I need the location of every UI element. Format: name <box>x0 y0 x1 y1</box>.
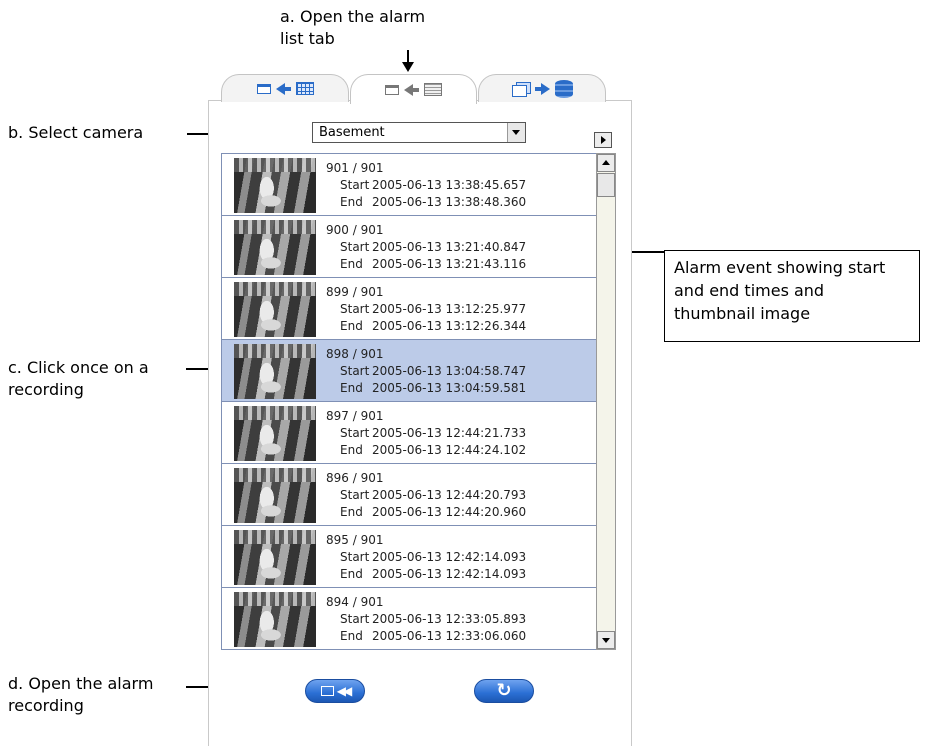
thumbnail-image <box>234 344 316 399</box>
event-index: 899 / 901 <box>326 285 384 299</box>
start-time: 2005-06-13 13:04:58.747 <box>372 364 527 378</box>
list-item[interactable]: 900 / 901 Start 2005-06-13 13:21:40.847 E… <box>222 216 596 278</box>
list-item[interactable]: 895 / 901 Start 2005-06-13 12:42:14.093 E… <box>222 526 596 588</box>
end-time: 2005-06-13 12:42:14.093 <box>372 567 527 581</box>
end-time: 2005-06-13 12:44:20.960 <box>372 505 527 519</box>
scrollbar-thumb[interactable] <box>597 173 615 197</box>
start-label: Start <box>340 612 370 626</box>
rewind-icon: ◀◀ <box>336 684 353 698</box>
event-index: 898 / 901 <box>326 347 384 361</box>
end-time: 2005-06-13 13:04:59.581 <box>372 381 527 395</box>
camera-select-value: Basement <box>319 125 385 140</box>
scroll-up-icon[interactable] <box>597 154 615 172</box>
tab-alarm-list[interactable] <box>350 74 477 104</box>
event-index: 901 / 901 <box>326 161 384 175</box>
end-label: End <box>340 319 363 333</box>
annotation-open-alarm-recording: d. Open the alarm recording <box>8 674 154 715</box>
start-label: Start <box>340 178 370 192</box>
scroll-down-icon[interactable] <box>597 631 615 649</box>
camera-select[interactable]: Basement <box>312 122 526 143</box>
start-label: Start <box>340 550 370 564</box>
event-index: 897 / 901 <box>326 409 384 423</box>
end-time: 2005-06-13 13:21:43.116 <box>372 257 527 271</box>
start-label: Start <box>340 364 370 378</box>
callout-text: Alarm event showing start and end times … <box>674 258 886 323</box>
list-item[interactable]: 897 / 901 Start 2005-06-13 12:44:21.733 E… <box>222 402 596 464</box>
annotation-click-recording: c. Click once on a recording <box>8 358 149 399</box>
thumbnail-image <box>234 468 316 523</box>
list-item[interactable]: 901 / 901 Start 2005-06-13 13:38:45.657 E… <box>222 154 596 216</box>
thumbnail-image <box>234 592 316 647</box>
database-icon <box>554 79 573 98</box>
arrow-left-icon <box>404 83 419 96</box>
event-index: 894 / 901 <box>326 595 384 609</box>
start-label: Start <box>340 426 370 440</box>
start-time: 2005-06-13 12:42:14.093 <box>372 550 527 564</box>
end-time: 2005-06-13 13:12:26.344 <box>372 319 527 333</box>
start-time: 2005-06-13 12:33:05.893 <box>372 612 527 626</box>
annotation-callout: Alarm event showing start and end times … <box>664 250 920 342</box>
end-time: 2005-06-13 12:44:24.102 <box>372 443 527 457</box>
arrow-right-icon <box>534 82 550 95</box>
end-label: End <box>340 257 363 271</box>
arrow-left-icon <box>275 82 291 95</box>
list-item[interactable]: 894 / 901 Start 2005-06-13 12:33:05.893 E… <box>222 588 596 649</box>
list-item-selected[interactable]: 898 / 901 Start 2005-06-13 13:04:58.747 E… <box>222 340 596 402</box>
list-item[interactable]: 896 / 901 Start 2005-06-13 12:44:20.793 E… <box>222 464 596 526</box>
chevron-down-icon[interactable] <box>507 123 525 142</box>
end-time: 2005-06-13 12:33:06.060 <box>372 629 527 643</box>
tab-live-view[interactable] <box>221 74 349 102</box>
end-label: End <box>340 443 363 457</box>
start-time: 2005-06-13 13:12:25.977 <box>372 302 527 316</box>
start-time: 2005-06-13 13:21:40.847 <box>372 240 527 254</box>
start-time: 2005-06-13 12:44:21.733 <box>372 426 527 440</box>
windows-icon <box>511 82 531 97</box>
thumbnail-image <box>234 220 316 275</box>
tab-storage[interactable] <box>478 74 606 102</box>
annotation-arrow-a <box>402 50 414 72</box>
annotation-select-camera: b. Select camera <box>8 123 144 142</box>
list-scrollbar[interactable] <box>596 153 616 650</box>
start-label: Start <box>340 302 370 316</box>
refresh-icon: ↻ <box>496 680 512 701</box>
grid-icon <box>295 82 314 95</box>
end-time: 2005-06-13 13:38:48.360 <box>372 195 527 209</box>
end-label: End <box>340 567 363 581</box>
window-icon <box>256 83 271 94</box>
start-time: 2005-06-13 12:44:20.793 <box>372 488 527 502</box>
end-label: End <box>340 505 363 519</box>
annotation-open-alarm-list-tab: a. Open the alarm list tab <box>280 7 426 48</box>
start-time: 2005-06-13 13:38:45.657 <box>372 178 527 192</box>
thumbnail-image <box>234 530 316 585</box>
next-arrow-button[interactable] <box>594 132 612 148</box>
event-index: 900 / 901 <box>326 223 384 237</box>
window-icon <box>385 84 399 95</box>
window-icon <box>320 686 334 696</box>
thumbnail-image <box>234 282 316 337</box>
refresh-button[interactable]: ↻ <box>474 679 534 703</box>
event-index: 895 / 901 <box>326 533 384 547</box>
list-icon <box>424 83 442 96</box>
event-index: 896 / 901 <box>326 471 384 485</box>
end-label: End <box>340 629 363 643</box>
end-label: End <box>340 381 363 395</box>
end-label: End <box>340 195 363 209</box>
start-label: Start <box>340 240 370 254</box>
start-label: Start <box>340 488 370 502</box>
thumbnail-image <box>234 406 316 461</box>
thumbnail-image <box>234 158 316 213</box>
open-alarm-recording-button[interactable]: ◀◀ <box>305 679 365 703</box>
list-item[interactable]: 899 / 901 Start 2005-06-13 13:12:25.977 E… <box>222 278 596 340</box>
alarm-event-list: 901 / 901 Start 2005-06-13 13:38:45.657 E… <box>221 153 597 650</box>
